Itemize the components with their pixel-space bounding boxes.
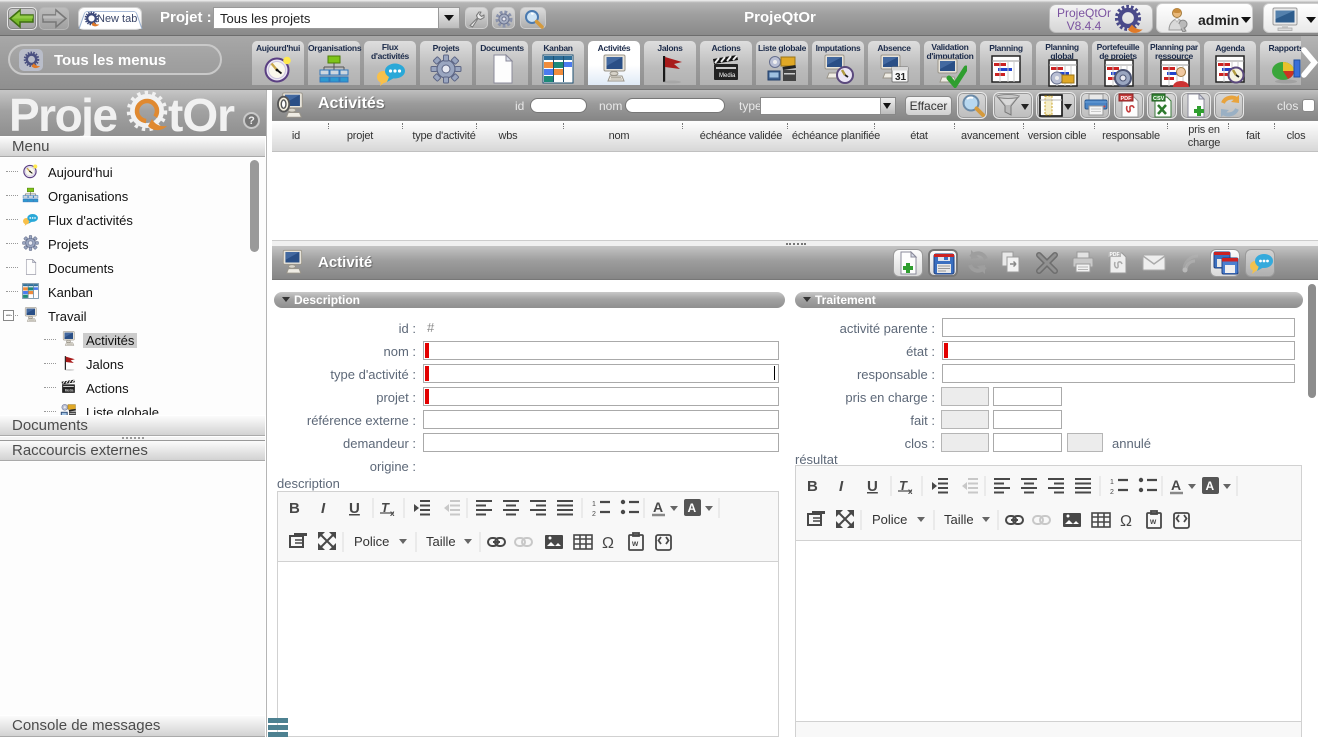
svg-text:1: 1 [1110, 479, 1114, 486]
svg-text:A: A [688, 501, 697, 515]
svg-text:Taille: Taille [426, 534, 456, 549]
svg-text:B: B [807, 478, 818, 495]
svg-text:2: 2 [592, 511, 596, 518]
svg-text:Ω: Ω [1120, 513, 1132, 530]
svg-text:Ω: Ω [602, 535, 614, 552]
svg-text:Media: Media [719, 73, 736, 79]
svg-text:A: A [1171, 477, 1181, 493]
svg-text:Police: Police [354, 534, 389, 549]
svg-text:A: A [1206, 479, 1215, 493]
svg-text:tOr: tOr [168, 90, 235, 136]
svg-text:Taille: Taille [944, 512, 974, 527]
svg-text:CSV: CSV [1153, 96, 1165, 102]
svg-text:2: 2 [1110, 489, 1114, 496]
svg-text:B: B [289, 500, 300, 517]
svg-text:PDF: PDF [1110, 252, 1120, 258]
svg-text:Proje: Proje [9, 90, 117, 136]
svg-text:PDF: PDF [1121, 96, 1133, 102]
svg-text:I: I [839, 478, 844, 495]
svg-text:Police: Police [872, 512, 907, 527]
svg-text:U: U [349, 500, 360, 517]
svg-text:Media: Media [65, 388, 74, 392]
svg-text:U: U [867, 478, 878, 495]
svg-text:A: A [653, 499, 663, 515]
svg-text:31: 31 [895, 72, 907, 83]
svg-text:I: I [321, 500, 326, 517]
svg-text:1: 1 [592, 501, 596, 508]
svg-text:w: w [1149, 517, 1157, 526]
svg-text:w: w [631, 539, 639, 548]
